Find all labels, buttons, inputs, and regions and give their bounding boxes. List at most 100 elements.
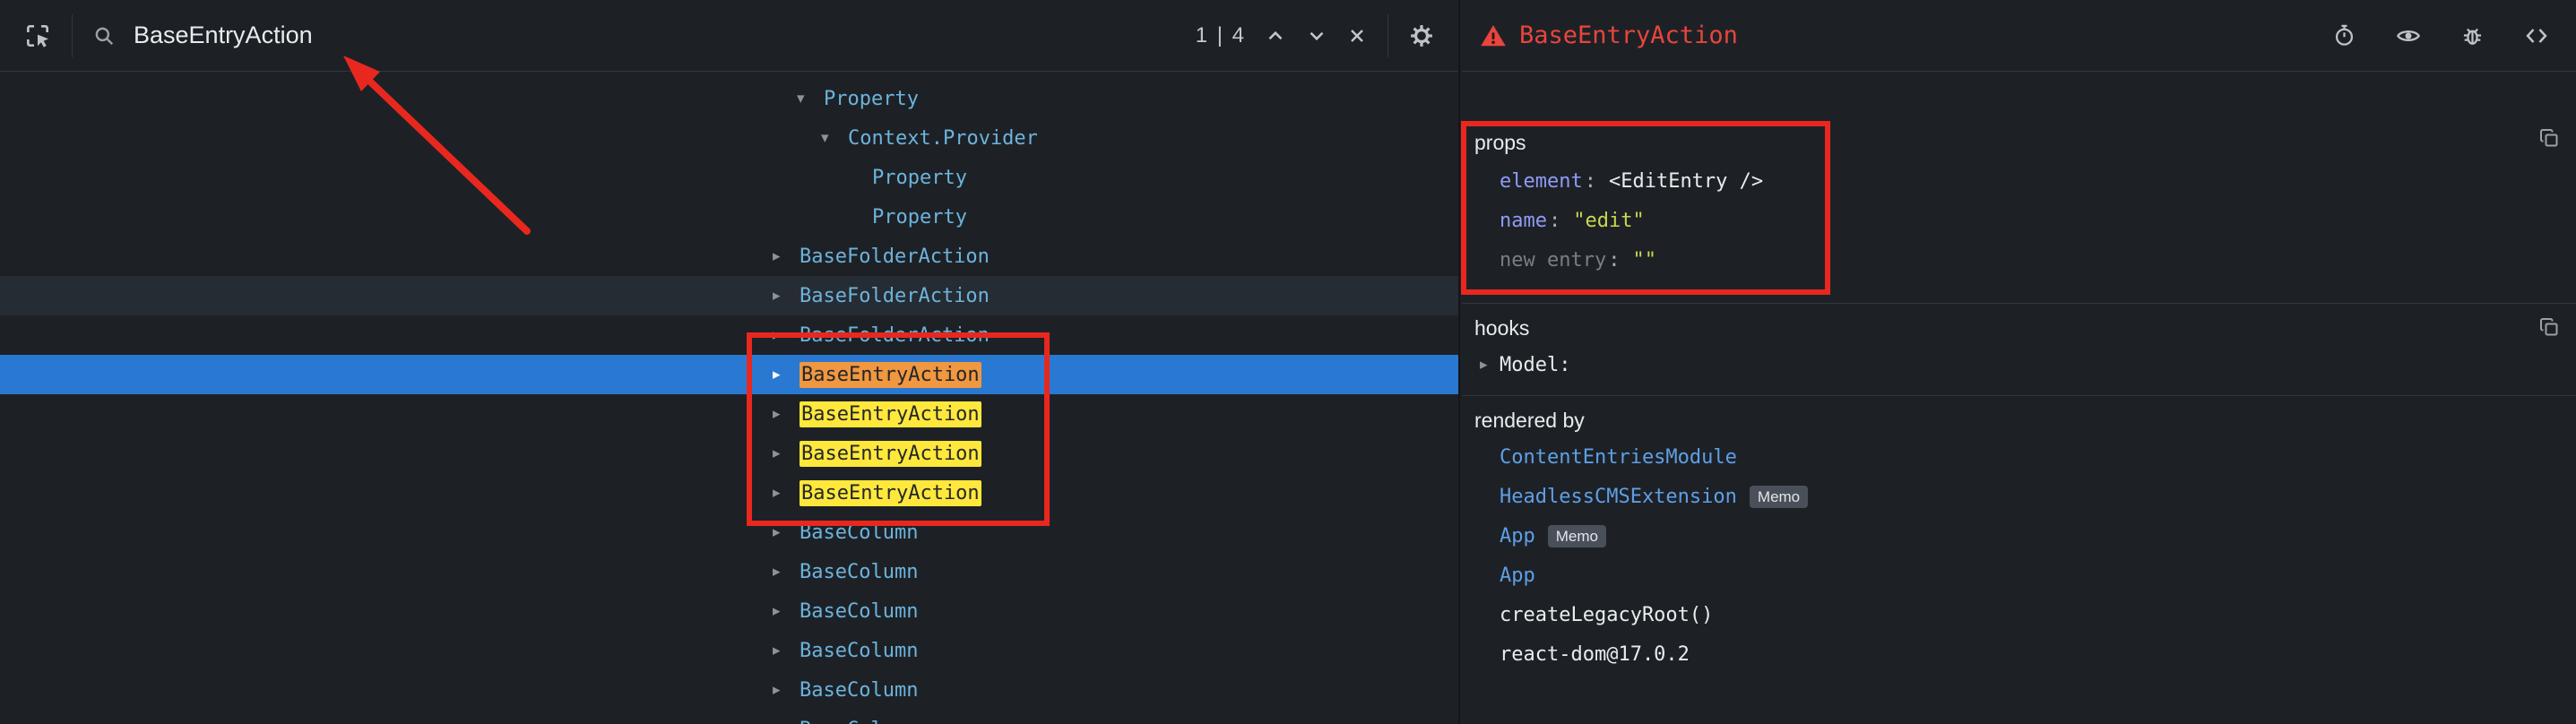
hook-name: Model: (1500, 354, 1570, 376)
chevron-right-icon[interactable]: ▸ (773, 326, 800, 344)
view-source-button[interactable] (2519, 18, 2554, 54)
chevron-down-icon[interactable]: ▾ (797, 90, 824, 108)
hook-row[interactable]: ▸Model: (1462, 345, 2576, 384)
prop-row[interactable]: name:"edit" (1462, 201, 2576, 240)
tree-row[interactable]: ▸BaseEntryAction (0, 355, 1458, 394)
chevron-right-icon[interactable]: ▸ (773, 247, 800, 265)
tree-row[interactable]: ▸BaseColumn (0, 631, 1458, 670)
toolbar-separator (1387, 14, 1388, 57)
prop-value: "edit" (1573, 210, 1644, 232)
owner-name[interactable]: ContentEntriesModule (1500, 446, 1737, 469)
prop-key: new entry (1500, 249, 1606, 272)
rendered-by-row[interactable]: ContentEntriesModule (1462, 437, 2576, 477)
chevron-right-icon[interactable]: ▸ (1480, 356, 1500, 374)
chevron-right-icon[interactable]: ▸ (773, 681, 800, 699)
component-name: Property (872, 167, 967, 189)
component-name: BaseColumn (800, 600, 918, 623)
tree-row[interactable]: ▸BaseColumn (0, 710, 1458, 724)
chevron-down-icon[interactable]: ▾ (821, 129, 848, 147)
chevron-right-icon[interactable]: ▸ (773, 642, 800, 659)
rendered-by-row[interactable]: HeadlessCMSExtension Memo (1462, 477, 2576, 516)
tree-row[interactable]: ▸BaseColumn (0, 513, 1458, 552)
log-component-button[interactable] (2455, 18, 2490, 53)
search-result-count: 1 | 4 (1196, 23, 1246, 48)
settings-button[interactable] (1403, 17, 1440, 55)
component-name: BaseEntryAction (800, 403, 981, 426)
tree-row[interactable]: ▸BaseFolderAction (0, 315, 1458, 355)
tree-row[interactable]: ▾Context.Provider (0, 118, 1458, 158)
previous-result-button[interactable] (1258, 19, 1292, 53)
bug-icon (2460, 23, 2485, 47)
clear-search-button[interactable] (1341, 20, 1373, 52)
owner-name[interactable]: App (1500, 565, 1535, 587)
component-tree: ▾Property▾Context.ProviderPropertyProper… (0, 72, 1458, 724)
component-name: Property (872, 206, 967, 228)
chevron-right-icon[interactable]: ▸ (773, 366, 800, 384)
memo-badge: Memo (1750, 486, 1808, 508)
prop-value: "" (1632, 249, 1656, 272)
prop-row[interactable]: element:<EditEntry /> (1462, 161, 2576, 201)
rendered-by-section-label: rendered by (1462, 407, 2576, 434)
chevron-right-icon[interactable]: ▸ (773, 484, 800, 502)
component-name: BaseColumn (800, 521, 918, 544)
tree-row[interactable]: ▾Property (0, 79, 1458, 118)
inspect-element-icon (23, 22, 52, 50)
component-name: BaseFolderAction (800, 246, 990, 268)
suspend-component-button[interactable] (2327, 18, 2362, 53)
tree-row[interactable]: ▸BaseColumn (0, 670, 1458, 710)
props-section: props element:<EditEntry />name:"edit"ne… (1462, 72, 2576, 304)
owner-name: createLegacyRoot() (1500, 604, 1713, 626)
component-name: BaseColumn (800, 640, 918, 662)
rendered-by-row[interactable]: AppMemo (1462, 516, 2576, 556)
chevron-down-icon (1305, 24, 1328, 47)
copy-icon (2538, 127, 2560, 149)
hooks-rows: ▸Model: (1462, 345, 2576, 384)
component-name: BaseColumn (800, 719, 918, 724)
components-tree-panel: 1 | 4 ▾Property▾Context. (0, 0, 1460, 724)
next-result-button[interactable] (1300, 19, 1334, 53)
owner-name: react-dom@17.0.2 (1500, 643, 1690, 666)
chevron-right-icon[interactable]: ▸ (773, 720, 800, 724)
tree-row[interactable]: Property (0, 197, 1458, 237)
chevron-right-icon[interactable]: ▸ (773, 287, 800, 305)
tree-row[interactable]: ▸BaseEntryAction (0, 473, 1458, 513)
close-icon (1346, 25, 1368, 47)
tree-row[interactable]: Property (0, 158, 1458, 197)
colon: : (1608, 249, 1620, 272)
chevron-right-icon[interactable]: ▸ (773, 405, 800, 423)
inspect-dom-button[interactable] (2390, 18, 2426, 54)
rendered-by-row[interactable]: App (1462, 556, 2576, 595)
inspect-element-button[interactable] (18, 16, 57, 56)
component-details-panel: BaseEntryAction (1462, 0, 2576, 724)
tree-row[interactable]: ▸BaseFolderAction (0, 276, 1458, 315)
tree-row[interactable]: ▸BaseEntryAction (0, 394, 1458, 434)
selected-component-title: BaseEntryAction (1519, 22, 1738, 49)
owner-name[interactable]: App (1500, 525, 1535, 547)
tree-row[interactable]: ▸BaseEntryAction (0, 434, 1458, 473)
warning-icon (1480, 22, 1507, 49)
prop-row[interactable]: new entry: "" (1462, 240, 2576, 280)
tree-row[interactable]: ▸BaseFolderAction (0, 237, 1458, 276)
chevron-right-icon[interactable]: ▸ (773, 444, 800, 462)
hooks-section: hooks ▸Model: (1462, 304, 2576, 396)
rendered-by-row: createLegacyRoot() (1462, 595, 2576, 634)
search-input[interactable] (132, 21, 1187, 50)
react-devtools-window: 1 | 4 ▾Property▾Context. (0, 0, 2576, 724)
component-name: BaseEntryAction (800, 364, 981, 386)
tree-row[interactable]: ▸BaseColumn (0, 591, 1458, 631)
colon: : (1549, 210, 1560, 232)
tree-toolbar: 1 | 4 (0, 0, 1458, 72)
component-name: Property (824, 88, 919, 110)
chevron-right-icon[interactable]: ▸ (773, 602, 800, 620)
rendered-by-section: rendered by ContentEntriesModule Headless… (1462, 396, 2576, 685)
tree-row[interactable]: ▸BaseColumn (0, 552, 1458, 591)
chevron-right-icon[interactable]: ▸ (773, 563, 800, 581)
toolbar-separator (72, 14, 73, 57)
copy-hooks-button[interactable] (2537, 315, 2562, 342)
props-rows: element:<EditEntry />name:"edit"new entr… (1462, 161, 2576, 280)
chevron-right-icon[interactable]: ▸ (773, 523, 800, 541)
copy-props-button[interactable] (2537, 125, 2562, 153)
owner-name[interactable]: HeadlessCMSExtension (1500, 486, 1737, 508)
stopwatch-icon (2332, 23, 2356, 47)
prop-key: element (1500, 170, 1583, 193)
